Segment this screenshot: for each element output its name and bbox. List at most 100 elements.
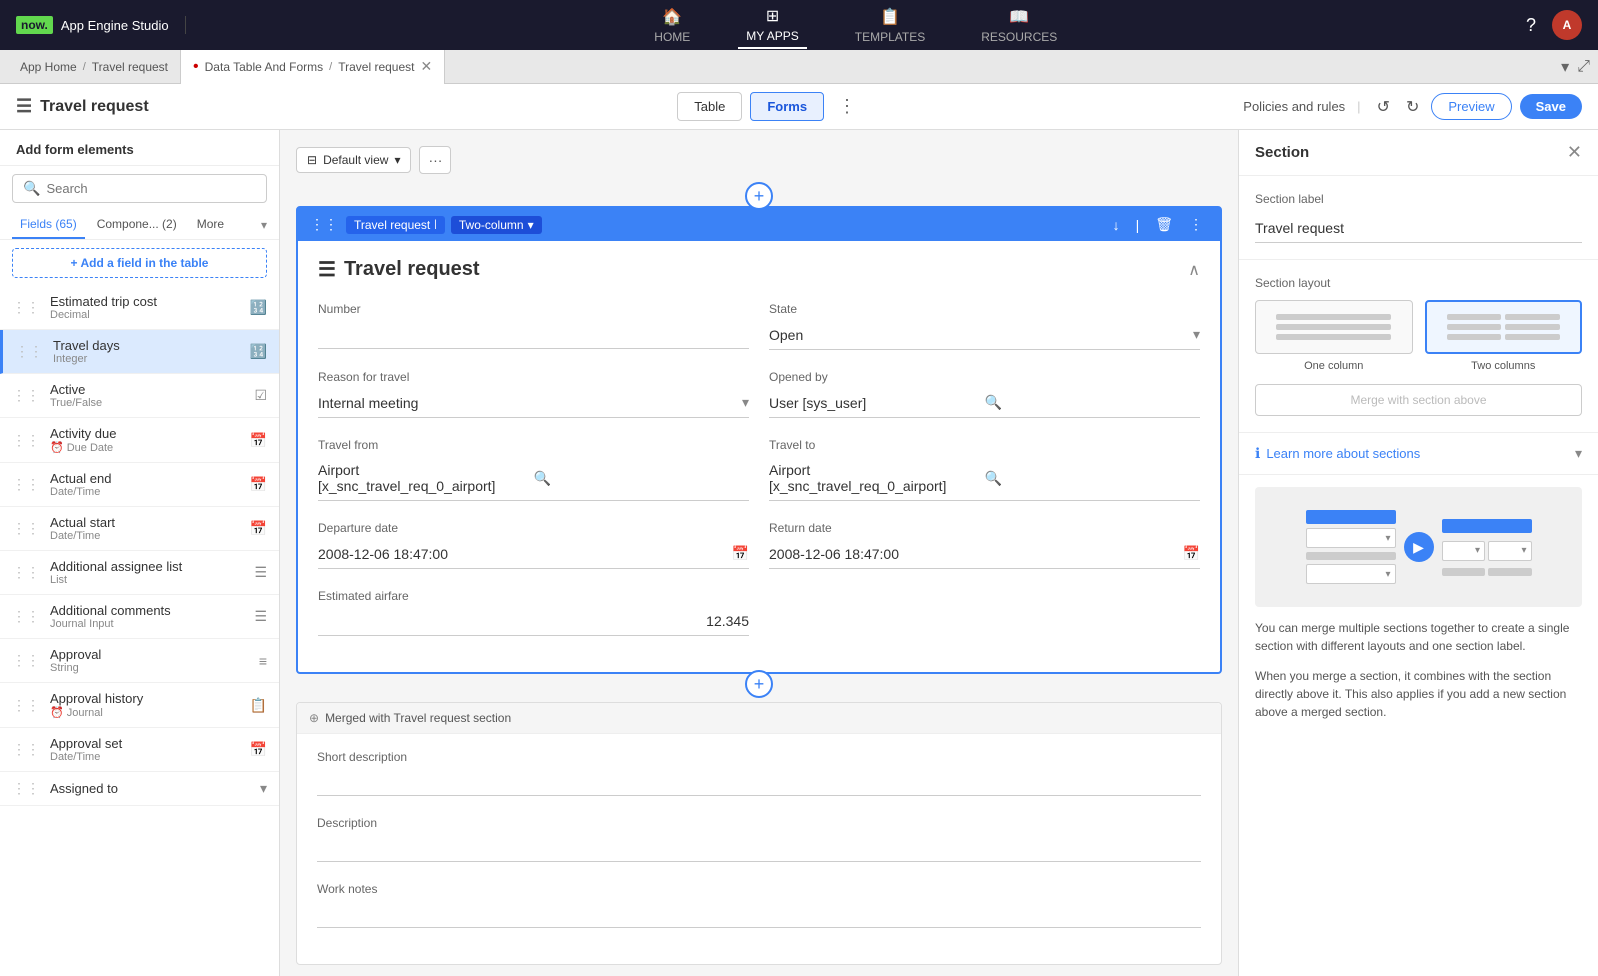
- undo-btn[interactable]: ↺: [1373, 93, 1394, 121]
- one-column-option[interactable]: One column: [1255, 300, 1413, 372]
- add-field-btn[interactable]: + Add a field in the table: [12, 248, 267, 278]
- short-description-label: Short description: [317, 750, 1201, 764]
- forms-tab-btn[interactable]: Forms: [750, 92, 824, 121]
- drag-handle-icon: ⋮⋮: [12, 299, 40, 316]
- drag-handle-icon: ⋮⋮: [12, 476, 40, 493]
- list-item[interactable]: ⋮⋮ Actual start Date/Time 📅: [0, 507, 279, 551]
- description-input[interactable]: [317, 834, 1201, 862]
- search-icon[interactable]: 🔍: [534, 470, 750, 487]
- list-item[interactable]: ⋮⋮ Active True/False ☑: [0, 374, 279, 418]
- view-more-btn[interactable]: ···: [419, 146, 451, 174]
- policies-link[interactable]: Policies and rules: [1243, 99, 1345, 114]
- search-input[interactable]: [46, 181, 256, 196]
- section-title-icon: ☰: [318, 257, 336, 282]
- two-col-dropdown-icon: ▾: [528, 218, 534, 232]
- nav-right: ? A: [1526, 10, 1582, 40]
- search-box: 🔍: [12, 174, 267, 203]
- components-tab[interactable]: Compone... (2): [89, 211, 185, 239]
- merge-above-btn[interactable]: Merge with section above: [1255, 384, 1582, 416]
- search-icon[interactable]: 🔍: [985, 470, 1201, 487]
- nav-myapps[interactable]: ⊞ MY APPS: [738, 2, 806, 49]
- reason-select[interactable]: Internal meeting ▾: [318, 388, 749, 418]
- more-tab[interactable]: More: [189, 211, 232, 239]
- save-btn[interactable]: Save: [1520, 94, 1582, 119]
- form-section: ⋮⋮ Travel request | Two-column ▾ ↓ | 🗑 ⋮: [296, 206, 1222, 674]
- opened-by-input[interactable]: User [sys_user] 🔍: [769, 388, 1200, 418]
- form-row-5: Estimated airfare 12.345: [318, 589, 1200, 636]
- form-collapse-btn[interactable]: ∧: [1188, 260, 1200, 280]
- return-input[interactable]: 2008-12-06 18:47:00 📅: [769, 539, 1200, 569]
- merge-icon: ⊕: [309, 711, 319, 725]
- airfare-value: 12.345: [318, 607, 749, 636]
- section-more-btn[interactable]: ⋮: [1184, 214, 1208, 235]
- list-item[interactable]: ⋮⋮ Assigned to ▾: [0, 772, 279, 806]
- form-row-2: Reason for travel Internal meeting ▾ Ope…: [318, 370, 1200, 418]
- tab-expand-icon[interactable]: ⤢: [1577, 58, 1590, 76]
- state-select[interactable]: Open ▾: [769, 320, 1200, 350]
- nav-home[interactable]: 🏠 HOME: [646, 3, 698, 48]
- field-info: Travel days Integer: [53, 338, 242, 365]
- field-info: Actual end Date/Time: [50, 471, 242, 498]
- section-name-sep: |: [434, 219, 437, 230]
- one-column-label: One column: [1304, 360, 1363, 372]
- travel-from-input[interactable]: Airport [x_snc_travel_req_0_airport] 🔍: [318, 456, 749, 501]
- section-layout-section: Section layout One column: [1239, 260, 1598, 433]
- list-item[interactable]: ⋮⋮ Activity due ⏰ Due Date 📅: [0, 418, 279, 463]
- tab-close-btn[interactable]: ✕: [420, 58, 432, 75]
- search-icon[interactable]: 🔍: [985, 394, 1201, 411]
- list-item[interactable]: ⋮⋮ Estimated trip cost Decimal 🔢: [0, 286, 279, 330]
- right-panel-close-btn[interactable]: ✕: [1567, 142, 1582, 163]
- view-toolbar: ⊟ Default view ▾ ···: [296, 146, 1222, 174]
- tab-dropdown-icon[interactable]: ▾: [1561, 57, 1569, 77]
- field-info: Approval set Date/Time: [50, 736, 242, 763]
- clock-icon: ⏰: [50, 441, 64, 454]
- number-input[interactable]: [318, 320, 749, 349]
- section-move-up-btn[interactable]: ↓: [1108, 215, 1125, 235]
- two-column-badge[interactable]: Two-column ▾: [451, 216, 542, 234]
- opened-by-label: Opened by: [769, 370, 1200, 384]
- short-description-input[interactable]: [317, 768, 1201, 796]
- field-type-icon: ☰: [254, 564, 267, 581]
- field-info: Activity due ⏰ Due Date: [50, 426, 242, 454]
- add-section-top-btn[interactable]: +: [745, 182, 773, 210]
- field-type-icon: 🔢: [250, 299, 267, 316]
- table-tab-btn[interactable]: Table: [677, 92, 742, 121]
- list-item[interactable]: ⋮⋮ Additional comments Journal Input ☰: [0, 595, 279, 639]
- nav-templates[interactable]: 📋 TEMPLATES: [847, 3, 933, 48]
- return-field: Return date 2008-12-06 18:47:00 📅: [769, 521, 1200, 569]
- avatar[interactable]: A: [1552, 10, 1582, 40]
- app-name: App Engine Studio: [61, 18, 169, 33]
- two-columns-label: Two columns: [1471, 360, 1535, 372]
- section-delete-btn[interactable]: 🗑: [1150, 214, 1178, 235]
- redo-btn[interactable]: ↻: [1402, 93, 1423, 121]
- tab-apphome[interactable]: App Home / Travel request: [8, 50, 180, 84]
- preview-btn[interactable]: Preview: [1431, 93, 1511, 120]
- list-item[interactable]: ⋮⋮ Approval String ≡: [0, 639, 279, 683]
- tab-datatable[interactable]: • Data Table And Forms / Travel request …: [180, 50, 445, 84]
- tabs-more-btn[interactable]: ▾: [261, 218, 267, 232]
- list-item[interactable]: ⋮⋮ Additional assignee list List ☰: [0, 551, 279, 595]
- forms-more-btn[interactable]: ⋮: [832, 94, 862, 119]
- info-card: ▾ ▾ ▶ ▾ ▾: [1239, 475, 1598, 733]
- fields-tab[interactable]: Fields (65): [12, 211, 85, 239]
- work-notes-input[interactable]: [317, 900, 1201, 928]
- add-section-middle-btn[interactable]: +: [745, 670, 773, 698]
- travel-to-input[interactable]: Airport [x_snc_travel_req_0_airport] 🔍: [769, 456, 1200, 501]
- reason-field: Reason for travel Internal meeting ▾: [318, 370, 749, 418]
- two-columns-option[interactable]: Two columns: [1425, 300, 1583, 372]
- list-item[interactable]: ⋮⋮ Travel days Integer 🔢: [0, 330, 279, 374]
- help-icon[interactable]: ?: [1526, 15, 1536, 36]
- nav-resources[interactable]: 📖 RESOURCES: [973, 3, 1065, 48]
- learn-more-row[interactable]: ℹ Learn more about sections ▾: [1255, 445, 1582, 462]
- default-view-btn[interactable]: ⊟ Default view ▾: [296, 147, 411, 173]
- section-label-input[interactable]: [1255, 214, 1582, 243]
- info-text-1: You can merge multiple sections together…: [1255, 619, 1582, 655]
- list-item[interactable]: ⋮⋮ Approval history ⏰ Journal 📋: [0, 683, 279, 728]
- list-item[interactable]: ⋮⋮ Approval set Date/Time 📅: [0, 728, 279, 772]
- section-illustration: ▾ ▾ ▶ ▾ ▾: [1298, 502, 1540, 592]
- list-item[interactable]: ⋮⋮ Actual end Date/Time 📅: [0, 463, 279, 507]
- number-label: Number: [318, 302, 749, 316]
- drag-handle-icon: ⋮⋮: [12, 564, 40, 581]
- form-row-1: Number State Open ▾: [318, 302, 1200, 350]
- departure-input[interactable]: 2008-12-06 18:47:00 📅: [318, 539, 749, 569]
